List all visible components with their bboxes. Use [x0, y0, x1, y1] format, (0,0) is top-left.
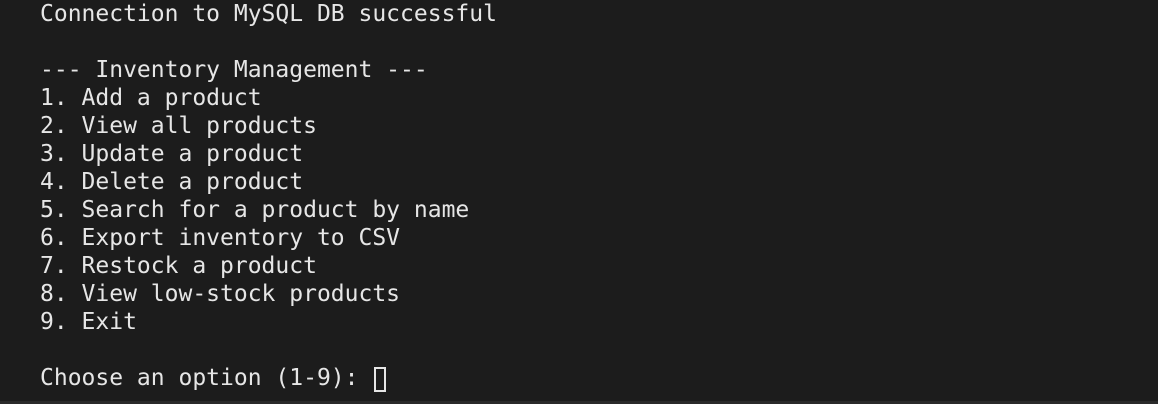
text-cursor[interactable] — [374, 366, 387, 392]
clipped-text-fragment — [520, 0, 1158, 3]
terminal-window[interactable]: Connection to MySQL DB successful --- In… — [0, 0, 1158, 404]
menu-item-low-stock: 8. View low-stock products — [40, 281, 401, 307]
menu-item-add-product: 1. Add a product — [40, 85, 262, 111]
menu-item-export-csv: 6. Export inventory to CSV — [40, 225, 401, 251]
menu-item-delete-product: 4. Delete a product — [40, 169, 304, 195]
menu-header: --- Inventory Management --- — [40, 57, 428, 83]
terminal-output: Connection to MySQL DB successful --- In… — [40, 0, 497, 392]
menu-item-exit: 9. Exit — [40, 309, 137, 335]
input-prompt-line[interactable]: Choose an option (1-9): — [40, 364, 497, 392]
menu-item-view-products: 2. View all products — [40, 113, 317, 139]
menu-item-update-product: 3. Update a product — [40, 141, 304, 167]
menu-item-restock-product: 7. Restock a product — [40, 253, 317, 279]
menu-item-search-product: 5. Search for a product by name — [40, 197, 470, 223]
connection-message: Connection to MySQL DB successful — [40, 1, 497, 27]
prompt-text: Choose an option (1-9): — [40, 365, 373, 391]
